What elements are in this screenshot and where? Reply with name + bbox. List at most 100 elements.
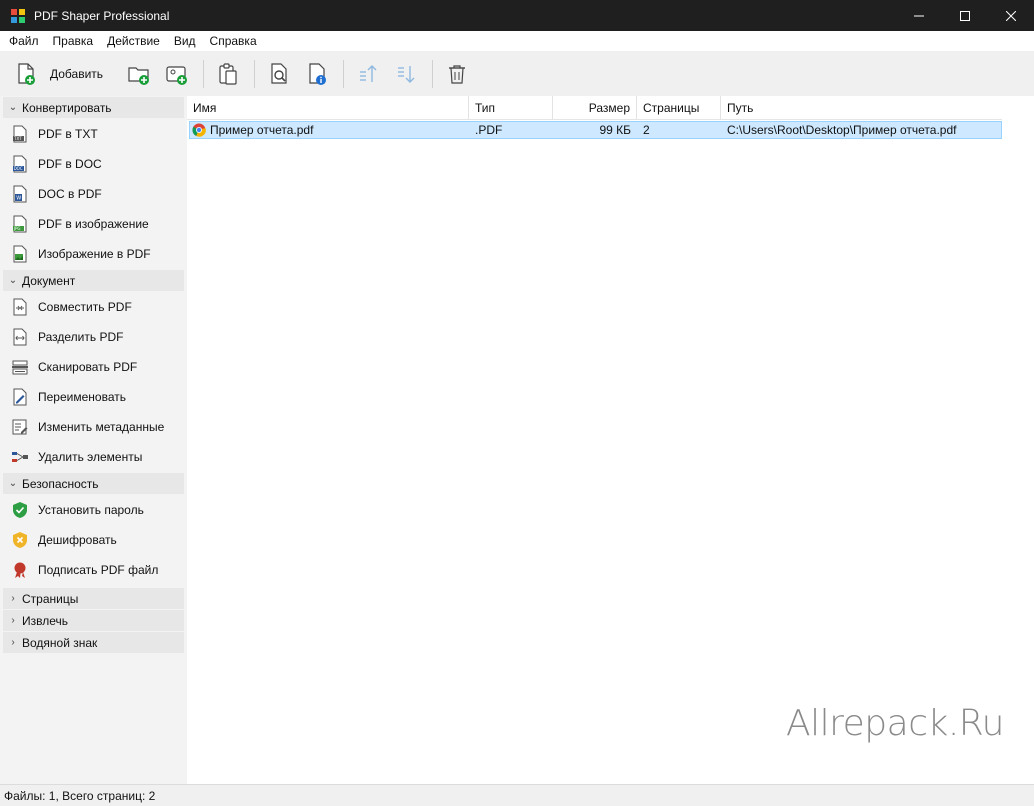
table-row[interactable]: Пример отчета.pdf .PDF 99 КБ 2 C:\Users\… bbox=[189, 121, 1002, 139]
sidebar-item-set-password[interactable]: Установить пароль bbox=[0, 495, 187, 525]
chevron-right-icon: › bbox=[11, 593, 15, 604]
column-header-name[interactable]: Имя bbox=[187, 96, 469, 120]
add-image-button[interactable] bbox=[161, 56, 193, 92]
image-file-icon bbox=[11, 245, 29, 263]
file-type-cell: .PDF bbox=[475, 123, 503, 137]
menu-help[interactable]: Справка bbox=[203, 31, 264, 51]
sidebar-item-label: DOC в PDF bbox=[38, 187, 102, 201]
status-text: Файлы: 1, Всего страниц: 2 bbox=[4, 788, 156, 803]
chevron-down-icon: ⌄ bbox=[8, 102, 18, 113]
seal-icon bbox=[11, 561, 29, 579]
preview-button[interactable] bbox=[263, 56, 295, 92]
jpg-file-icon: JPG bbox=[11, 215, 29, 233]
toolbar: Добавить bbox=[0, 51, 1034, 96]
txt-file-icon: TXT bbox=[11, 125, 29, 143]
merge-icon bbox=[11, 298, 29, 316]
sidebar-item-rename[interactable]: Переименовать bbox=[0, 382, 187, 412]
file-name-cell: Пример отчета.pdf bbox=[190, 122, 469, 138]
close-button[interactable] bbox=[988, 0, 1034, 31]
document-search-icon bbox=[267, 62, 291, 86]
sidebar-item-image-to-pdf[interactable]: Изображение в PDF bbox=[0, 239, 187, 269]
sidebar-item-remove-elements[interactable]: Удалить элементы bbox=[0, 442, 187, 472]
remove-elements-icon bbox=[11, 448, 29, 466]
sidebar-item-sign-pdf[interactable]: Подписать PDF файл bbox=[0, 555, 187, 585]
sidebar-item-pdf-to-doc[interactable]: DOC PDF в DOC bbox=[0, 149, 187, 179]
file-list: Имя Тип Размер Страницы Путь Пример отче… bbox=[187, 96, 1034, 784]
group-label: Водяной знак bbox=[22, 635, 98, 650]
group-watermark-header[interactable]: › Водяной знак bbox=[3, 632, 184, 653]
sidebar-item-decrypt[interactable]: Дешифровать bbox=[0, 525, 187, 555]
rename-icon bbox=[11, 388, 29, 406]
file-size-cell: 99 КБ bbox=[599, 123, 631, 137]
split-icon bbox=[11, 328, 29, 346]
group-security-header[interactable]: ⌄ Безопасность bbox=[3, 473, 184, 494]
group-document-header[interactable]: ⌄ Документ bbox=[3, 270, 184, 291]
chrome-icon bbox=[192, 123, 206, 137]
metadata-icon bbox=[11, 418, 29, 436]
group-label: Извлечь bbox=[22, 613, 69, 628]
sidebar-item-label: PDF в изображение bbox=[38, 217, 149, 231]
menu-file[interactable]: Файл bbox=[2, 31, 46, 51]
column-header-type[interactable]: Тип bbox=[469, 96, 553, 120]
chevron-down-icon: ⌄ bbox=[8, 478, 18, 489]
add-image-icon bbox=[165, 62, 189, 86]
sidebar-item-edit-metadata[interactable]: Изменить метаданные bbox=[0, 412, 187, 442]
maximize-button[interactable] bbox=[942, 0, 988, 31]
word-file-icon: W bbox=[11, 185, 29, 203]
title-bar: PDF Shaper Professional bbox=[0, 0, 1034, 31]
sidebar-item-pdf-to-image[interactable]: JPG PDF в изображение bbox=[0, 209, 187, 239]
chevron-down-icon: ⌄ bbox=[8, 275, 18, 286]
move-up-button[interactable] bbox=[352, 56, 384, 92]
column-header-pages[interactable]: Страницы bbox=[637, 96, 721, 120]
sidebar-item-merge-pdf[interactable]: Совместить PDF bbox=[0, 292, 187, 322]
sidebar: ⌄ Конвертировать TXT PDF в TXT DOC PDF в… bbox=[0, 96, 187, 784]
clipboard-icon bbox=[216, 62, 240, 86]
sidebar-item-label: Изображение в PDF bbox=[38, 247, 151, 261]
add-folder-button[interactable] bbox=[123, 56, 155, 92]
file-name: Пример отчета.pdf bbox=[210, 123, 314, 137]
column-header-path[interactable]: Путь bbox=[721, 96, 1002, 120]
sidebar-item-pdf-to-txt[interactable]: TXT PDF в TXT bbox=[0, 119, 187, 149]
sidebar-item-label: Подписать PDF файл bbox=[38, 563, 159, 577]
group-convert-header[interactable]: ⌄ Конвертировать bbox=[3, 97, 184, 118]
delete-button[interactable] bbox=[441, 56, 473, 92]
watermark-text: Allrepack.Ru bbox=[786, 703, 1005, 744]
move-down-button[interactable] bbox=[390, 56, 422, 92]
minimize-button[interactable] bbox=[896, 0, 942, 31]
info-button[interactable] bbox=[301, 56, 333, 92]
group-label: Безопасность bbox=[22, 476, 99, 491]
add-folder-icon bbox=[127, 62, 151, 86]
group-label: Конвертировать bbox=[22, 100, 112, 115]
svg-text:JPG: JPG bbox=[13, 226, 21, 231]
chevron-right-icon: › bbox=[11, 637, 15, 648]
shield-x-icon bbox=[11, 531, 29, 549]
sidebar-item-label: Удалить элементы bbox=[38, 450, 143, 464]
shield-check-icon bbox=[11, 501, 29, 519]
sidebar-item-label: Совместить PDF bbox=[38, 300, 132, 314]
group-pages-header[interactable]: › Страницы bbox=[3, 588, 184, 609]
sidebar-item-doc-to-pdf[interactable]: W DOC в PDF bbox=[0, 179, 187, 209]
paste-button[interactable] bbox=[212, 56, 244, 92]
group-label: Документ bbox=[22, 273, 76, 288]
sidebar-item-label: PDF в TXT bbox=[38, 127, 98, 141]
svg-text:TXT: TXT bbox=[13, 136, 22, 141]
sidebar-item-label: Сканировать PDF bbox=[38, 360, 138, 374]
group-extract-header[interactable]: › Извлечь bbox=[3, 610, 184, 631]
file-pages-cell: 2 bbox=[643, 123, 650, 137]
column-header-size[interactable]: Размер bbox=[553, 96, 637, 120]
sidebar-item-split-pdf[interactable]: Разделить PDF bbox=[0, 322, 187, 352]
sort-down-icon bbox=[394, 62, 418, 86]
add-file-icon bbox=[14, 62, 38, 86]
add-button[interactable]: Добавить bbox=[12, 56, 117, 92]
doc-file-icon: DOC bbox=[11, 155, 29, 173]
sidebar-item-label: Разделить PDF bbox=[38, 330, 124, 344]
toolbar-separator bbox=[254, 59, 256, 88]
menu-action[interactable]: Действие bbox=[100, 31, 167, 51]
sidebar-item-label: Переименовать bbox=[38, 390, 126, 404]
add-button-label: Добавить bbox=[50, 66, 104, 81]
file-path-cell: C:\Users\Root\Desktop\Пример отчета.pdf bbox=[727, 123, 957, 137]
menu-edit[interactable]: Правка bbox=[46, 31, 101, 51]
app-icon bbox=[10, 8, 26, 24]
menu-view[interactable]: Вид bbox=[167, 31, 203, 51]
sidebar-item-scan-pdf[interactable]: Сканировать PDF bbox=[0, 352, 187, 382]
